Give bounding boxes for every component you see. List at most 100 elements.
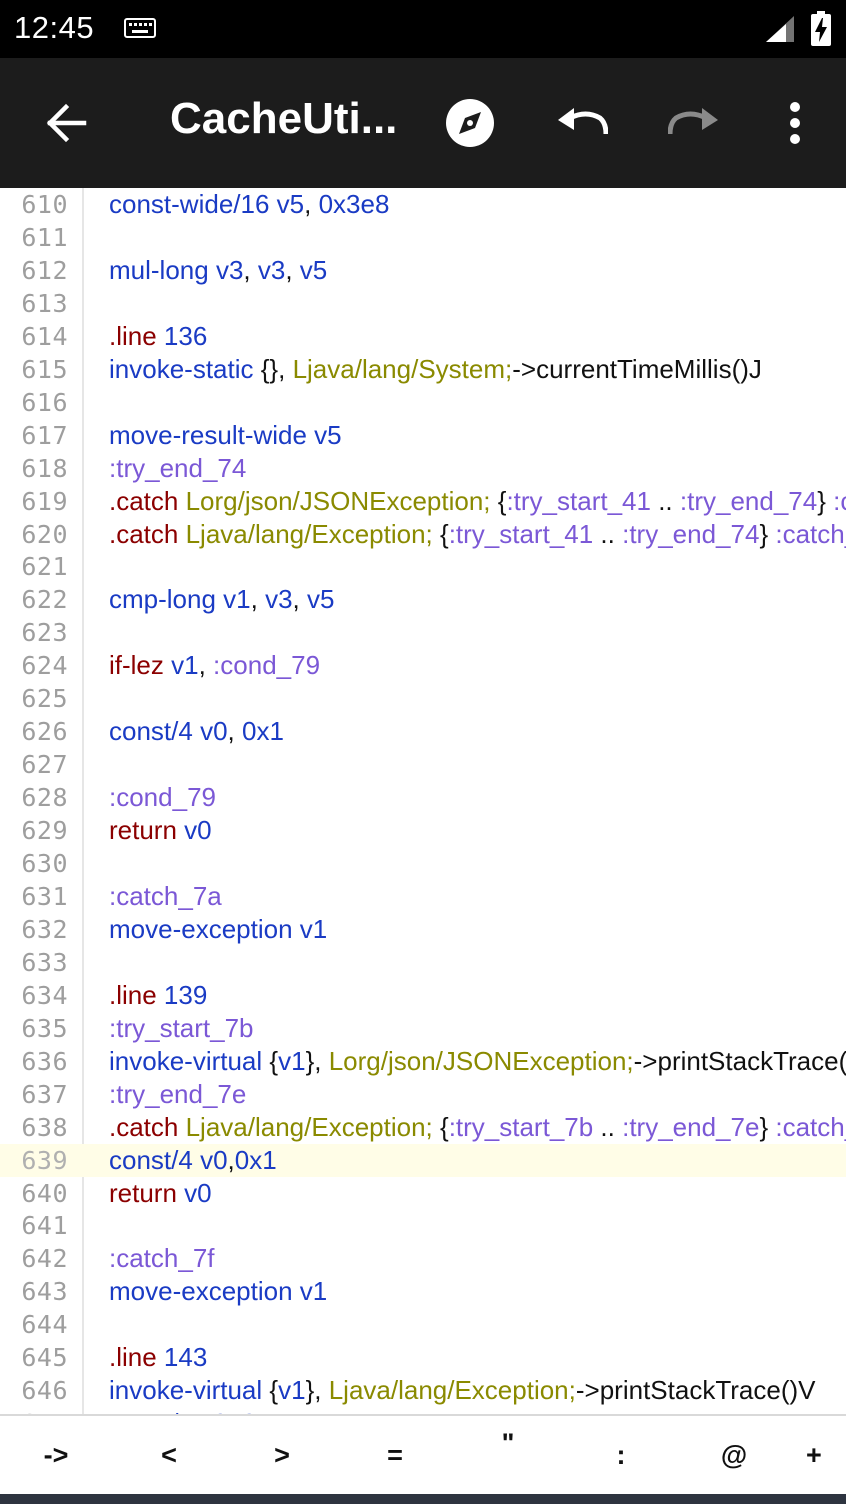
symbol-less-key[interactable]: < xyxy=(129,1430,209,1480)
code-line[interactable]: 612 mul-long v3, v3, v5 xyxy=(0,254,846,287)
code-line[interactable]: 639 const/4 v0,0x1 xyxy=(0,1143,846,1177)
code-token: move-exception xyxy=(109,913,300,944)
code-line[interactable]: 613 xyxy=(0,287,846,320)
line-number: 644 xyxy=(21,1310,68,1340)
line-number: 613 xyxy=(21,288,68,318)
code-line[interactable]: 622 cmp-long v1, v3, v5 xyxy=(0,583,846,616)
line-number: 628 xyxy=(21,783,68,813)
line-number: 642 xyxy=(21,1244,68,1274)
line-number: 641 xyxy=(21,1211,68,1241)
symbol-greater-key[interactable]: > xyxy=(242,1430,322,1480)
line-number: 637 xyxy=(21,1079,68,1109)
line-code: .catch Ljava/lang/Exception; {:try_start… xyxy=(109,518,846,551)
code-line[interactable]: 610 const-wide/16 v5, 0x3e8 xyxy=(0,188,846,221)
code-line[interactable]: 631:catch_7a xyxy=(0,880,846,913)
code-token: :cond_79 xyxy=(109,782,216,813)
code-token: :catch_7f xyxy=(109,1243,215,1274)
code-token: , xyxy=(304,189,319,219)
symbol-plus-key[interactable]: + xyxy=(806,1430,846,1480)
arrow-back-icon xyxy=(46,103,87,143)
code-token: :try_start_41 xyxy=(506,485,651,516)
line-code: mul-long v3, v3, v5 xyxy=(109,254,327,287)
line-number: 617 xyxy=(21,420,68,450)
code-line[interactable]: 643 move-exception v1 xyxy=(0,1275,846,1308)
code-line[interactable]: 646 invoke-virtual {v1}, Ljava/lang/Excep… xyxy=(0,1374,846,1407)
line-code: invoke-virtual {v1}, Ljava/lang/Exceptio… xyxy=(109,1374,815,1407)
code-line[interactable]: 642 :catch_7f xyxy=(0,1242,846,1275)
code-line[interactable]: 624 if-lez v1, :cond_79 xyxy=(0,649,846,682)
line-code: :try_end_7e xyxy=(109,1078,246,1111)
code-token: v1 xyxy=(223,584,251,615)
code-line[interactable]: 645 .line 143 xyxy=(0,1341,846,1374)
code-token: const-wide/16 xyxy=(109,189,277,219)
code-line[interactable]: 630 xyxy=(0,847,846,880)
code-line[interactable]: 632 move-exception v1 xyxy=(0,913,846,946)
code-token: :try_end_74 xyxy=(109,452,247,483)
code-token: 143 xyxy=(163,1342,208,1373)
code-token: move-exception xyxy=(109,1276,300,1307)
back-button[interactable] xyxy=(26,58,106,188)
code-line[interactable]: 620 .catch Ljava/lang/Exception; {:try_st… xyxy=(0,518,846,551)
code-token: :try_end_7e xyxy=(109,1078,247,1109)
line-number: 618 xyxy=(21,453,68,483)
code-line[interactable]: 627 xyxy=(0,748,846,781)
line-number: 632 xyxy=(21,914,68,944)
redo-button[interactable] xyxy=(654,58,734,188)
code-line[interactable]: 637 :try_end_7e xyxy=(0,1078,846,1111)
code-line[interactable]: 634 .line 139 xyxy=(0,979,846,1012)
code-line[interactable]: 633 xyxy=(0,946,846,979)
line-code: invoke-virtual {v1}, Lorg/json/JSONExcep… xyxy=(109,1045,846,1078)
code-line[interactable]: 614 .line 136 xyxy=(0,320,846,353)
code-line[interactable]: 644 xyxy=(0,1308,846,1341)
battery-charging-icon xyxy=(811,11,831,46)
code-token: invoke-virtual xyxy=(109,1375,270,1406)
code-line[interactable]: 628 :cond_79 xyxy=(0,781,846,814)
code-line[interactable]: 635:try_start_7b xyxy=(0,1012,846,1045)
line-code: :cond_79 xyxy=(109,781,216,814)
symbol-colon-key[interactable]: : xyxy=(581,1430,661,1480)
symbol-equals-key[interactable]: = xyxy=(355,1430,435,1480)
code-token: v1 xyxy=(299,1276,328,1307)
code-editor[interactable]: 610 const-wide/16 v5, 0x3e8 611 612 mul-long… xyxy=(0,188,846,1414)
code-token: , xyxy=(198,650,214,681)
line-number: 627 xyxy=(21,750,68,780)
code-token: { xyxy=(269,1045,279,1076)
symbol-at-key[interactable]: @ xyxy=(694,1430,774,1480)
code-line[interactable]: 611 xyxy=(0,221,846,254)
line-number: 629 xyxy=(21,816,68,846)
code-line[interactable]: 629 return v0 xyxy=(0,814,846,847)
undo-button[interactable] xyxy=(542,58,622,188)
undo-icon xyxy=(558,108,608,135)
code-line[interactable]: 623 xyxy=(0,616,846,649)
code-line[interactable]: 638 .catch Ljava/lang/Exception; {:try_st… xyxy=(0,1111,846,1144)
code-line[interactable]: 618 :try_end_74 xyxy=(0,452,846,485)
line-number: 630 xyxy=(21,849,68,878)
code-line[interactable]: 625 xyxy=(0,682,846,715)
code-line[interactable]: 616 xyxy=(0,386,846,419)
more-vert-icon xyxy=(790,102,800,144)
code-line[interactable]: 640 return v0 xyxy=(0,1177,846,1210)
more-options-button[interactable] xyxy=(760,58,830,188)
code-token: .catch xyxy=(109,518,186,549)
code-line[interactable]: 641 xyxy=(0,1209,846,1242)
code-token: move-result-wide xyxy=(109,419,315,450)
symbol-bar: -> < > = " : @ + xyxy=(0,1414,846,1494)
code-line[interactable]: 615 invoke-static {}, Ljava/lang/System;-… xyxy=(0,353,846,386)
symbol-quote-key[interactable]: " xyxy=(468,1418,548,1468)
code-token: v0 xyxy=(200,1144,228,1175)
line-code: .line 139 xyxy=(109,979,207,1012)
code-token: mul-long xyxy=(109,254,216,285)
code-line[interactable]: 647 const/4 v0, 0x1 xyxy=(0,1407,846,1414)
code-line[interactable]: 636 invoke-virtual {v1}, Lorg/json/JSONEx… xyxy=(0,1045,846,1078)
code-line[interactable]: 619 .catch Lorg/json/JSONException; {:try… xyxy=(0,485,846,518)
code-line[interactable]: 621 xyxy=(0,550,846,583)
line-number: 611 xyxy=(21,222,68,252)
code-line[interactable]: 617 move-result-wide v5 xyxy=(0,419,846,452)
code-token: 0x3e8 xyxy=(318,189,390,219)
code-line[interactable]: 626 const/4 v0, 0x1 xyxy=(0,715,846,748)
code-token: .line xyxy=(109,320,164,351)
symbol-arrow-key[interactable]: -> xyxy=(16,1430,96,1480)
line-number: 635 xyxy=(21,1013,68,1043)
line-number: 645 xyxy=(21,1343,68,1373)
navigate-button[interactable] xyxy=(430,58,510,188)
